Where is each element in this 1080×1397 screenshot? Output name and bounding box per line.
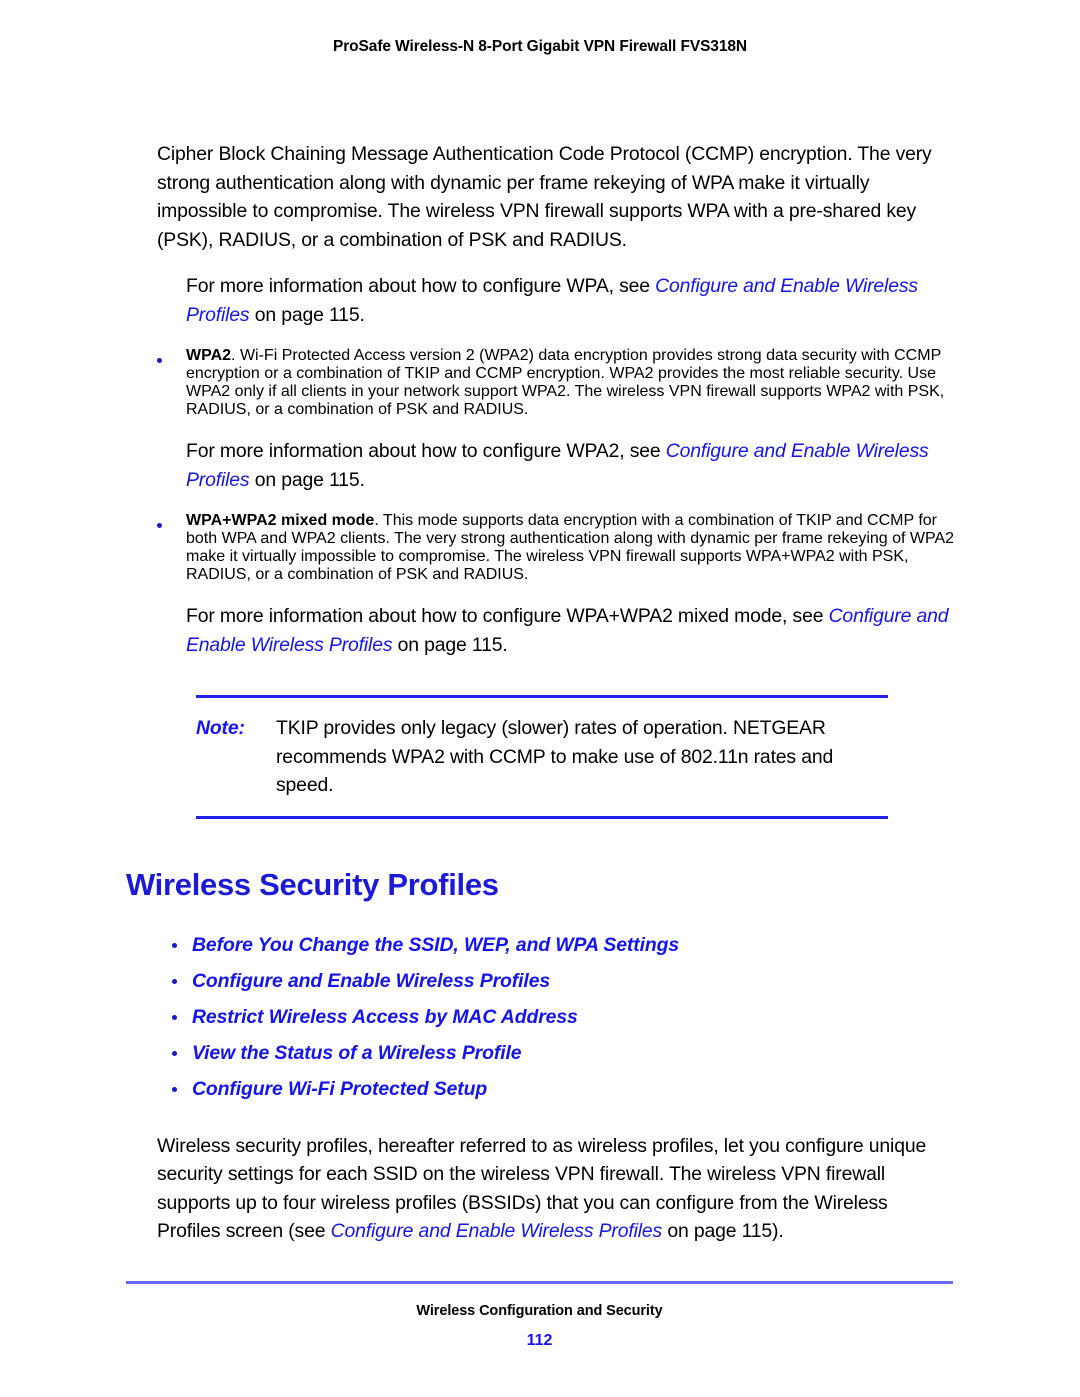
section-link[interactable]: Configure and Enable Wireless Profiles — [192, 970, 550, 992]
bullet-dot-icon — [172, 942, 177, 948]
bullet-dot-icon — [172, 1050, 177, 1056]
page-footer: Wireless Configuration and Security 112 — [126, 1281, 953, 1350]
document-page: ProSafe Wireless-N 8-Port Gigabit VPN Fi… — [0, 0, 1080, 1397]
bullet-dot-icon — [157, 358, 162, 363]
bullet-dot-icon — [172, 978, 177, 984]
bullet-dot-icon — [172, 1086, 177, 1092]
note-admonition: Note: TKIP provides only legacy (slower) … — [196, 695, 888, 819]
footer-page-number: 112 — [526, 1332, 553, 1349]
section-link-list: Before You Change the SSID, WEP, and WPA… — [172, 931, 956, 1104]
section-heading: Wireless Security Profiles — [126, 866, 499, 902]
link-list-item[interactable]: Before You Change the SSID, WEP, and WPA… — [172, 931, 956, 960]
wpa2-crossref-lead: For more information about how to config… — [186, 440, 666, 462]
link-list-item[interactable]: Configure Wi-Fi Protected Setup — [172, 1075, 956, 1104]
footer-chapter-title: Wireless Configuration and Security — [416, 1303, 663, 1319]
note-bottom-rule — [196, 815, 888, 819]
bullet-term-wpa2: WPA2 — [186, 347, 232, 364]
link-list-item[interactable]: Configure and Enable Wireless Profiles — [172, 967, 956, 996]
bullet-text-wpa2: . Wi-Fi Protected Access version 2 (WPA2… — [186, 347, 945, 418]
note-inner: Note: TKIP provides only legacy (slower) … — [196, 714, 888, 800]
bullet-item-wpa2: WPA2. Wi-Fi Protected Access version 2 (… — [157, 347, 955, 419]
wpa-crossref-lead: For more information about how to config… — [186, 275, 656, 297]
section-link[interactable]: Before You Change the SSID, WEP, and WPA… — [192, 934, 679, 956]
link-list-item[interactable]: Restrict Wireless Access by MAC Address — [172, 1003, 956, 1032]
section-link[interactable]: Restrict Wireless Access by MAC Address — [192, 1006, 578, 1028]
closing-tail: on page 115). — [662, 1220, 784, 1242]
bullet-dot-icon — [172, 1014, 177, 1020]
bullet-term-mixed: WPA+WPA2 mixed mode — [186, 512, 375, 529]
running-header-title: ProSafe Wireless-N 8-Port Gigabit VPN Fi… — [333, 38, 747, 55]
bullet-item-wpa-wpa2-mixed: WPA+WPA2 mixed mode. This mode supports … — [157, 512, 955, 584]
footer-rule — [126, 1281, 953, 1284]
wpa-crossref-tail: on page 115. — [249, 303, 365, 326]
mixed-crossref-paragraph: For more information about how to config… — [186, 602, 955, 659]
wpa2-crossref-tail: on page 115. — [249, 468, 365, 491]
wpa2-crossref-paragraph: For more information about how to config… — [186, 437, 955, 494]
section-link[interactable]: Configure Wi-Fi Protected Setup — [192, 1078, 487, 1100]
note-text: TKIP provides only legacy (slower) rates… — [276, 717, 834, 796]
closing-paragraph: Wireless security profiles, hereafter re… — [157, 1132, 955, 1246]
closing-link[interactable]: Configure and Enable Wireless Profiles — [331, 1220, 663, 1242]
mixed-crossref-tail: on page 115. — [392, 633, 508, 656]
mixed-crossref-lead: For more information about how to config… — [186, 605, 829, 627]
intro-paragraph: Cipher Block Chaining Message Authentica… — [157, 143, 932, 251]
bullet-dot-icon — [157, 523, 162, 528]
note-body: Note: TKIP provides only legacy (slower) … — [196, 698, 888, 816]
page-content: Cipher Block Chaining Message Authentica… — [126, 140, 956, 1246]
section-link[interactable]: View the Status of a Wireless Profile — [192, 1042, 522, 1064]
link-list-item[interactable]: View the Status of a Wireless Profile — [172, 1039, 956, 1068]
wpa-crossref-paragraph: For more information about how to config… — [186, 272, 955, 329]
note-label: Note: — [196, 717, 245, 739]
